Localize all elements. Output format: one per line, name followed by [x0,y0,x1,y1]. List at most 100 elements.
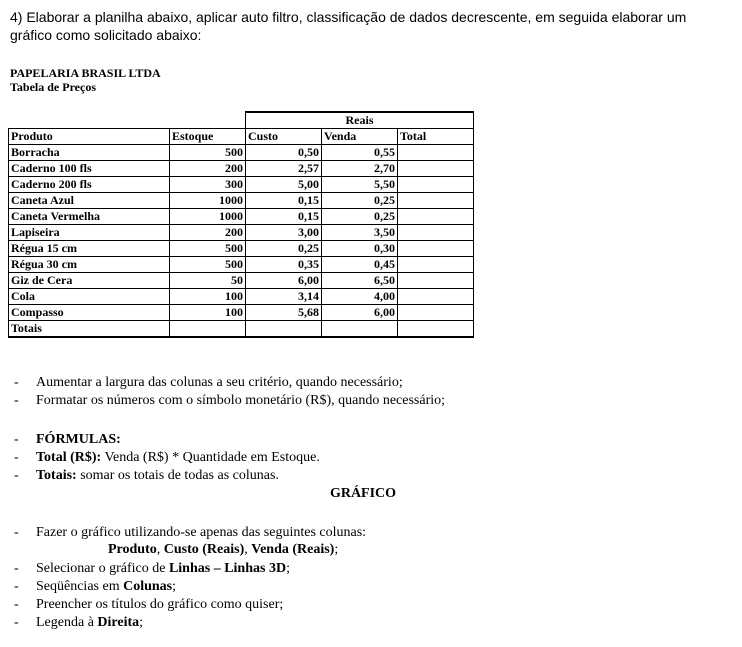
cell-estoque: 100 [169,304,246,321]
notes-formatting: - Aumentar a largura das colunas a seu cr… [14,375,446,408]
totals-cell [321,320,398,338]
grafico-item4: Preencher os títulos do gráfico como qui… [36,597,284,612]
grafico-items: - Selecionar o gráfico de Linhas – Linhas… [14,561,290,630]
cell-custo: 0,35 [245,256,322,273]
formula-totais-label: Totais: [36,468,77,483]
item5-end: ; [139,615,144,630]
formulas-section: - FÓRMULAS: - Total (R$): Venda (R$) * Qua… [14,432,320,483]
table-row: Borracha 500 0,50 0,55 [8,144,474,161]
cell-produto: Cola [8,288,170,305]
cell-produto: Lapiseira [8,224,170,241]
cell-estoque: 50 [169,272,246,289]
totals-label: Totais [8,320,170,338]
cell-estoque: 500 [169,256,246,273]
table-row: Caneta Vermelha 1000 0,15 0,25 [8,208,474,225]
cell-produto: Compasso [8,304,170,321]
header-custo: Custo [245,128,322,145]
col-sep-1: , [156,542,164,557]
cell-custo: 0,50 [245,144,322,161]
cell-total [397,240,474,257]
cell-venda: 4,00 [321,288,398,305]
table-subtitle: Tabela de Preços [10,80,96,94]
cell-total [397,208,474,225]
cell-venda: 2,70 [321,160,398,177]
item3-bold: Colunas [123,579,173,594]
cell-produto: Caderno 200 fls [8,176,170,193]
cell-venda: 3,50 [321,224,398,241]
cell-venda: 0,55 [321,144,398,161]
item5-bold: Direita [97,615,140,630]
formula-total-label: Total (R$): [36,450,102,465]
cell-total [397,176,474,193]
cell-total [397,160,474,177]
cell-custo: 2,57 [245,160,322,177]
table-row: Giz de Cera 50 6,00 6,50 [8,272,474,289]
cell-custo: 3,14 [245,288,322,305]
price-table: Reais Produto Estoque Custo Venda Total … [8,111,474,338]
cell-produto: Caneta Vermelha [8,208,170,225]
cell-total [397,144,474,161]
totals-row: Totais [8,320,474,338]
cell-estoque: 200 [169,224,246,241]
grafico-heading: GRÁFICO [329,486,397,501]
grafico-item1-row: - Fazer o gráfico utilizando-se apenas da… [14,525,367,540]
table-row: Caderno 200 fls 300 5,00 5,50 [8,176,474,193]
cell-estoque: 200 [169,160,246,177]
totals-cell [397,320,474,338]
cell-total [397,288,474,305]
exercise-intro: 4) Elaborar a planilha abaixo, aplicar a… [10,9,687,43]
cell-venda: 0,30 [321,240,398,257]
col-end: ; [334,542,339,557]
note-currency: Formatar os números com o símbolo monetá… [36,393,446,408]
header-estoque: Estoque [169,128,246,145]
cell-custo: 5,00 [245,176,322,193]
cell-estoque: 1000 [169,192,246,209]
cell-estoque: 500 [169,240,246,257]
item3-end: ; [172,579,177,594]
table-row: Caneta Azul 1000 0,15 0,25 [8,192,474,209]
table-row: Régua 15 cm 500 0,25 0,30 [8,240,474,257]
cell-total [397,192,474,209]
cell-custo: 0,25 [245,240,322,257]
cell-produto: Caderno 100 fls [8,160,170,177]
grafico-columns: Produto, Custo (Reais), Venda (Reais); [108,542,338,558]
group-header-reais: Reais [245,111,474,129]
cell-custo: 0,15 [245,208,322,225]
header-total: Total [397,128,474,145]
cell-venda: 0,25 [321,208,398,225]
formula-totais-text: somar os totais de todas as colunas. [76,468,279,483]
cell-estoque: 500 [169,144,246,161]
cell-custo: 5,68 [245,304,322,321]
col-custo: Custo (Reais) [163,542,245,557]
cell-custo: 3,00 [245,224,322,241]
note-column-width: Aumentar a largura das colunas a seu cri… [36,375,403,390]
cell-produto: Giz de Cera [8,272,170,289]
cell-produto: Régua 30 cm [8,256,170,273]
item2-bold: Linhas – Linhas 3D [168,561,287,576]
table-row: Régua 30 cm 500 0,35 0,45 [8,256,474,273]
item3-pre: Seqüências em [36,579,124,594]
cell-estoque: 300 [169,176,246,193]
cell-venda: 6,50 [321,272,398,289]
cell-total [397,256,474,273]
item2-end: ; [286,561,290,576]
formulas-heading: FÓRMULAS: [36,432,121,447]
item5-pre: Legenda à [36,615,98,630]
cell-venda: 0,25 [321,192,398,209]
cell-estoque: 1000 [169,208,246,225]
cell-total [397,272,474,289]
grafico-item1: Fazer o gráfico utilizando-se apenas das… [36,525,367,540]
col-produto: Produto [108,542,157,557]
header-produto: Produto [8,128,170,145]
cell-estoque: 100 [169,288,246,305]
table-row: Cola 100 3,14 4,00 [8,288,474,305]
cell-produto: Régua 15 cm [8,240,170,257]
company-name: PAPELARIA BRASIL LTDA [10,66,161,80]
header-venda: Venda [321,128,398,145]
item2-pre: Selecionar o gráfico de [36,561,169,576]
table-row: Compasso 100 5,68 6,00 [8,304,474,321]
cell-total [397,224,474,241]
table-row: Lapiseira 200 3,00 3,50 [8,224,474,241]
table-row: Caderno 100 fls 200 2,57 2,70 [8,160,474,177]
cell-venda: 0,45 [321,256,398,273]
